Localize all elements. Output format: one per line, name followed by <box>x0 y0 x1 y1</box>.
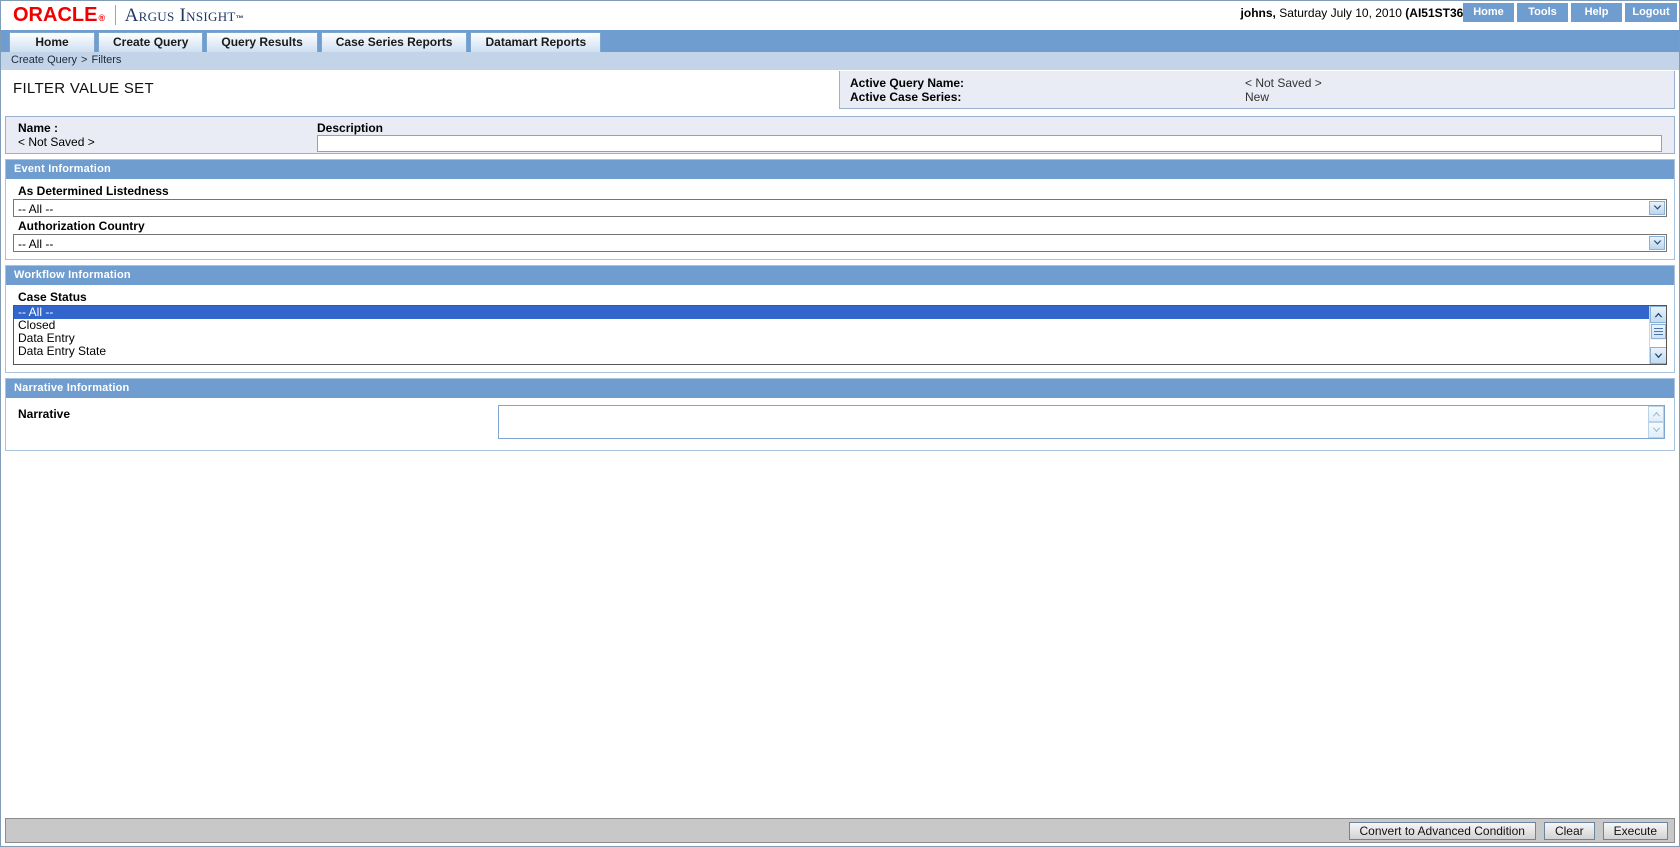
logo-divider <box>114 5 116 25</box>
tab-case-series-reports[interactable]: Case Series Reports <box>320 32 468 52</box>
active-case-series-label: Active Case Series: <box>850 90 962 104</box>
narrative-textarea[interactable] <box>499 406 1647 438</box>
trademark-icon: ™ <box>235 13 245 23</box>
execute-button[interactable]: Execute <box>1602 821 1668 840</box>
active-query-name-label: Active Query Name: <box>850 76 965 90</box>
section-workflow-information: Workflow Information Case Status -- All … <box>5 265 1675 373</box>
active-case-series-value: New <box>1245 90 1270 104</box>
section-event-information: Event Information As Determined Listedne… <box>5 159 1675 260</box>
breadcrumb-separator: > <box>81 54 88 66</box>
top-nav-links: Home Tools Help Logout <box>1463 3 1677 22</box>
breadcrumb: Create Query > Filters <box>1 52 1679 70</box>
select-authorization-country-value: -- All -- <box>18 237 54 251</box>
grip-lines-icon <box>1654 328 1663 335</box>
breadcrumb-filters: Filters <box>91 54 122 66</box>
active-case-series-row: Active Case Series: New <box>840 90 1674 104</box>
brand-bar: ORACLE ® Argus Insight ™ johns, Saturday J… <box>1 1 1679 30</box>
main-tab-bar: Home Create Query Query Results Case Ser… <box>1 30 1679 52</box>
top-link-home[interactable]: Home <box>1463 3 1515 22</box>
label-narrative: Narrative <box>18 407 71 421</box>
tab-datamart-reports[interactable]: Datamart Reports <box>470 32 602 52</box>
registered-trademark-icon: ® <box>98 12 106 23</box>
narrative-scrollbar[interactable] <box>1648 406 1664 438</box>
label-as-determined-listedness: As Determined Listedness <box>18 184 169 198</box>
oracle-argus-insight-logo: ORACLE ® Argus Insight ™ <box>13 5 244 26</box>
scroll-down-icon[interactable] <box>1648 422 1664 438</box>
name-label: Name : <box>18 121 59 135</box>
active-query-name-value: < Not Saved > <box>1245 76 1322 90</box>
section-body-narrative-information: Narrative <box>6 398 1674 450</box>
section-narrative-information: Narrative Information Narrative <box>5 378 1675 451</box>
application-window: ORACLE ® Argus Insight ™ johns, Saturday J… <box>0 0 1680 847</box>
filter-name-description-bar: Name : < Not Saved > Description <box>5 116 1675 154</box>
scroll-down-icon[interactable] <box>1650 347 1666 364</box>
section-body-workflow-information: Case Status -- All -- Closed Data Entry … <box>6 285 1674 372</box>
breadcrumb-create-query[interactable]: Create Query <box>11 54 77 66</box>
chevron-down-icon[interactable] <box>1649 201 1665 215</box>
list-item[interactable]: Closed <box>14 319 1649 332</box>
description-input[interactable] <box>317 135 1662 152</box>
scrollbar-thumb[interactable] <box>1651 324 1666 339</box>
description-label: Description <box>317 121 384 135</box>
active-query-info-panel: Active Query Name: < Not Saved > Active … <box>839 71 1675 109</box>
section-header-event-information: Event Information <box>6 160 1674 179</box>
top-link-tools[interactable]: Tools <box>1517 3 1569 22</box>
tab-create-query[interactable]: Create Query <box>98 32 204 52</box>
list-item[interactable]: Data Entry <box>14 332 1649 345</box>
listbox-case-status[interactable]: -- All -- Closed Data Entry Data Entry S… <box>13 305 1667 365</box>
active-query-name-row: Active Query Name: < Not Saved > <box>840 76 1674 90</box>
label-case-status: Case Status <box>18 290 87 304</box>
chevron-down-icon[interactable] <box>1649 236 1665 250</box>
select-as-determined-listedness-value: -- All -- <box>18 202 54 216</box>
top-link-help[interactable]: Help <box>1571 3 1623 22</box>
scroll-up-icon[interactable] <box>1648 406 1664 422</box>
page-header: FILTER VALUE SET Active Query Name: < No… <box>1 70 1679 113</box>
product-name: Argus Insight <box>124 4 236 26</box>
clear-button[interactable]: Clear <box>1543 821 1595 840</box>
user-session-info: johns, Saturday July 10, 2010 (AI51ST360… <box>1241 6 1474 20</box>
scrollbar-track[interactable] <box>1650 340 1666 347</box>
tab-query-results[interactable]: Query Results <box>206 32 318 52</box>
action-bar: Convert to Advanced Condition Clear Exec… <box>5 818 1675 843</box>
list-item[interactable]: Data Entry State <box>14 345 1649 358</box>
section-header-narrative-information: Narrative Information <box>6 379 1674 398</box>
narrative-row: Narrative <box>11 401 1669 445</box>
narrative-textarea-wrapper[interactable] <box>498 405 1665 439</box>
tab-home[interactable]: Home <box>9 32 95 52</box>
name-value: < Not Saved > <box>18 135 95 149</box>
listbox-scrollbar[interactable] <box>1649 306 1666 364</box>
user-name: johns, <box>1240 6 1276 20</box>
session-date: Saturday July 10, 2010 <box>1275 6 1406 20</box>
section-header-workflow-information: Workflow Information <box>6 266 1674 285</box>
select-authorization-country[interactable]: -- All -- <box>13 234 1667 252</box>
list-item[interactable]: -- All -- <box>14 306 1649 319</box>
listbox-case-status-items: -- All -- Closed Data Entry Data Entry S… <box>14 306 1649 364</box>
section-body-event-information: As Determined Listedness -- All -- Autho… <box>6 179 1674 259</box>
oracle-wordmark: ORACLE <box>13 3 98 26</box>
select-as-determined-listedness[interactable]: -- All -- <box>13 199 1667 217</box>
scroll-up-icon[interactable] <box>1650 306 1666 323</box>
top-link-logout[interactable]: Logout <box>1625 3 1677 22</box>
label-authorization-country: Authorization Country <box>18 219 145 233</box>
page-title: FILTER VALUE SET <box>13 80 154 97</box>
content-spacer <box>1 451 1679 818</box>
convert-to-advanced-condition-button[interactable]: Convert to Advanced Condition <box>1348 821 1536 840</box>
